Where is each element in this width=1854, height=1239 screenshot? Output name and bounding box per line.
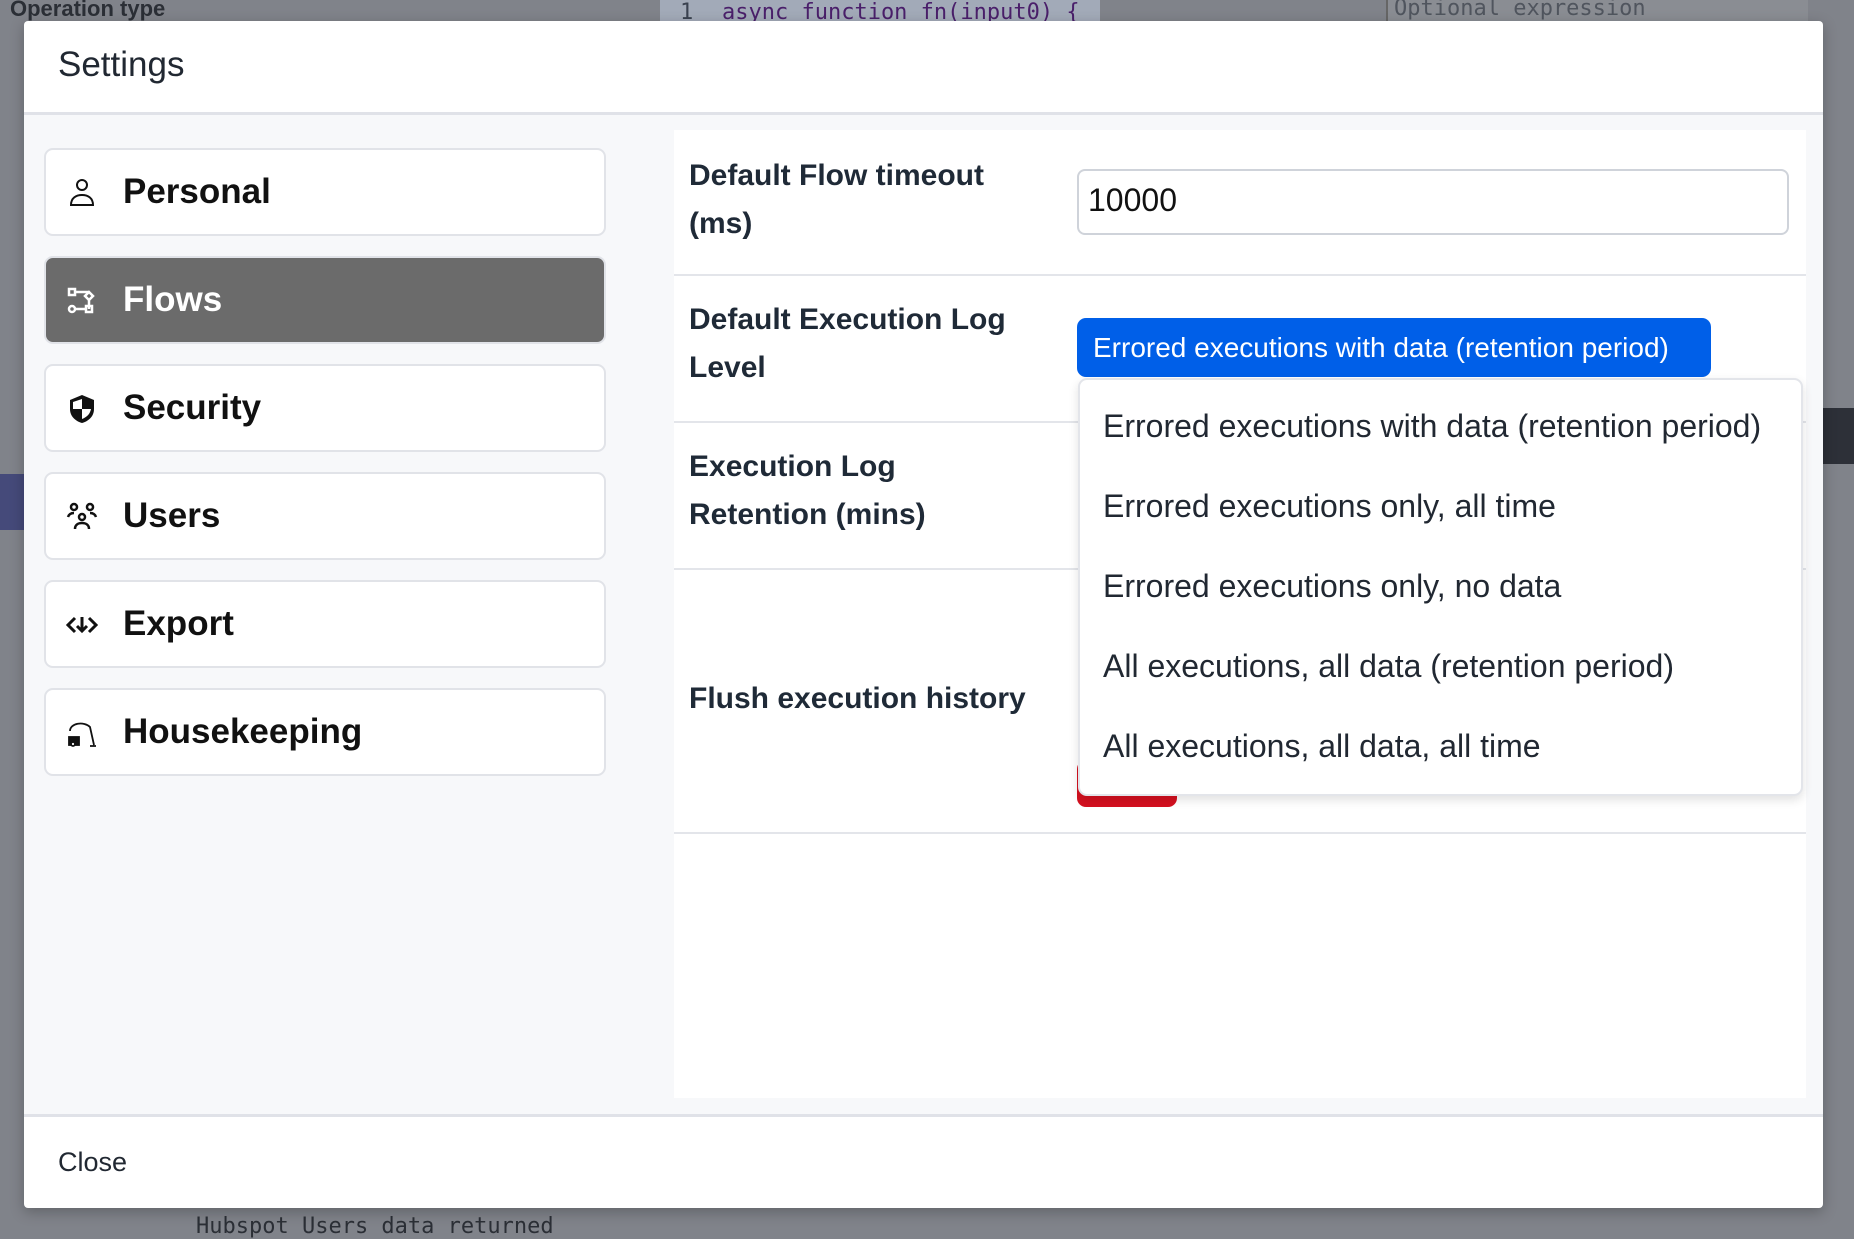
log-level-dropdown: Errored executions with data (retention … xyxy=(1078,378,1803,796)
retention-label: Execution Log Retention (mins) xyxy=(689,450,926,531)
sidebar-item-label: Housekeeping xyxy=(123,712,363,751)
background-purple-band xyxy=(0,474,24,530)
close-button[interactable]: Close xyxy=(58,1147,127,1178)
modal-header: Settings xyxy=(24,21,1823,115)
sidebar-item-personal[interactable]: Personal xyxy=(44,148,606,236)
log-level-option[interactable]: Errored executions only, all time xyxy=(1103,488,1556,525)
flow-timeout-label: Default Flow timeout (ms) xyxy=(689,159,984,240)
export-icon xyxy=(66,616,98,634)
flow-timeout-input[interactable]: 10000 xyxy=(1077,169,1789,235)
sidebar-item-export[interactable]: Export xyxy=(44,580,606,668)
background-dark-band xyxy=(1823,408,1854,464)
log-level-option[interactable]: All executions, all data (retention peri… xyxy=(1103,648,1674,685)
operation-type-label: Operation type xyxy=(10,0,166,21)
log-level-option[interactable]: All executions, all data, all time xyxy=(1103,728,1541,765)
sidebar-item-label: Personal xyxy=(123,172,271,211)
log-level-select[interactable]: Errored executions with data (retention … xyxy=(1077,318,1711,377)
flush-label: Flush execution history xyxy=(689,682,1026,715)
person-icon xyxy=(69,179,95,206)
sidebar-item-label: Users xyxy=(123,496,221,535)
shield-icon xyxy=(70,395,94,423)
modal-footer: Close xyxy=(24,1114,1823,1208)
sidebar-item-users[interactable]: Users xyxy=(44,472,606,560)
vacuum-icon xyxy=(68,722,96,747)
sidebar-item-security[interactable]: Security xyxy=(44,364,606,452)
log-level-label: Default Execution Log Level xyxy=(689,303,1006,384)
log-level-option[interactable]: Errored executions only, no data xyxy=(1103,568,1561,605)
sidebar-item-label: Security xyxy=(123,388,262,427)
sidebar-item-housekeeping[interactable]: Housekeeping xyxy=(44,688,606,776)
sidebar-item-label: Flows xyxy=(123,280,223,319)
users-icon xyxy=(66,502,98,530)
log-text: Hubspot Users data returned xyxy=(196,1214,554,1239)
flow-icon xyxy=(67,287,95,314)
sidebar-item-flows[interactable]: Flows xyxy=(44,256,606,344)
modal-title: Settings xyxy=(58,45,185,84)
log-level-option[interactable]: Errored executions with data (retention … xyxy=(1103,408,1761,445)
expression-placeholder: Optional expression xyxy=(1394,0,1646,21)
sidebar-item-label: Export xyxy=(123,604,234,643)
